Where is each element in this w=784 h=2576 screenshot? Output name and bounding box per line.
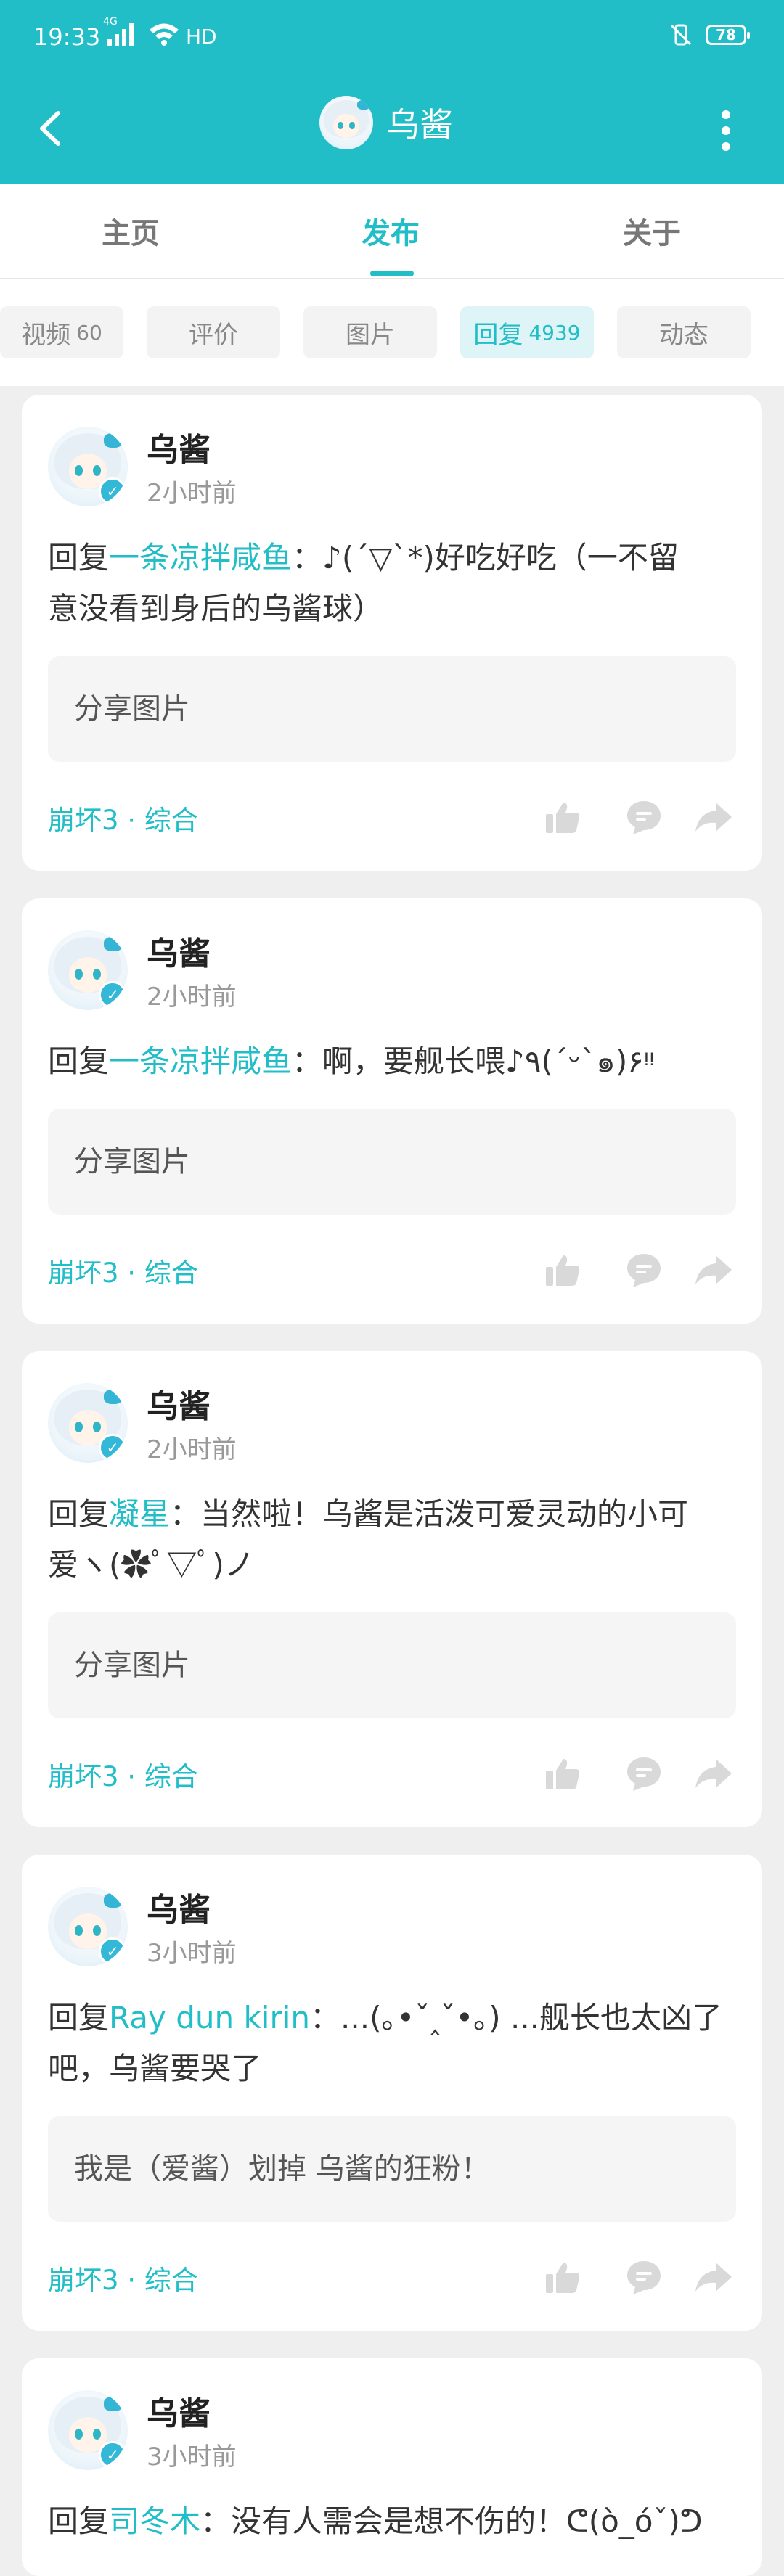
- share-icon[interactable]: [694, 1251, 733, 1290]
- filter-reviews[interactable]: 评价: [147, 306, 280, 358]
- vibrate-mute-icon: [670, 24, 692, 46]
- hd-indicator: HD: [186, 25, 217, 49]
- author-avatar[interactable]: ✓: [48, 2390, 128, 2470]
- filter-count: 4939: [528, 320, 581, 345]
- filter-activity[interactable]: 动态: [617, 306, 751, 358]
- reply-card[interactable]: ✓ 乌酱 2小时前 回复一条凉拌咸鱼：♪(´▽`*)好吃好吃（一不留 意没看到身…: [22, 395, 762, 871]
- forum-tag[interactable]: 崩坏3 · 综合: [48, 2258, 198, 2297]
- tab-posts[interactable]: 发布: [362, 210, 420, 252]
- tab-about[interactable]: 关于: [623, 210, 681, 252]
- comment-icon[interactable]: [624, 798, 663, 837]
- like-icon[interactable]: [543, 1251, 582, 1290]
- author-name[interactable]: 乌酱: [147, 927, 211, 974]
- author-name[interactable]: 乌酱: [147, 1380, 211, 1427]
- header-avatar: [319, 96, 373, 149]
- post-time: 3小时前: [147, 2442, 237, 2472]
- filter-label: 回复: [473, 320, 523, 350]
- back-arrow-icon[interactable]: [32, 103, 68, 154]
- signal-icon: [107, 22, 134, 46]
- profile-title: 乌酱: [319, 96, 453, 149]
- reply-body: ：当然啦！乌酱是活泼可爱灵动的小可: [170, 1496, 689, 1532]
- filter-videos[interactable]: 视频 60: [0, 306, 123, 358]
- comment-icon[interactable]: [624, 1755, 663, 1794]
- share-icon[interactable]: [694, 1755, 733, 1794]
- filter-replies[interactable]: 回复 4939: [460, 306, 594, 358]
- post-time: 2小时前: [147, 479, 237, 508]
- reply-prefix: 回复: [48, 2000, 110, 2035]
- reply-text: 回复一条凉拌咸鱼：♪(´▽`*)好吃好吃（一不留 意没看到身后的乌酱球）: [48, 533, 748, 634]
- reply-card[interactable]: ✓ 乌酱 3小时前 回复司冬木：没有人需会是想不伤的！ᕦ(ò_óˇ)ᕤ: [22, 2358, 762, 2576]
- top-navigation-bar: 乌酱: [0, 80, 784, 184]
- reply-prefix: 回复: [48, 1496, 110, 1532]
- verified-badge-icon: ✓: [99, 1434, 126, 1461]
- filter-bar: 视频 60 评价 图片 回复 4939 动态: [0, 279, 784, 386]
- reply-body-continued: 爱ヽ(✿ﾟ▽ﾟ)ノ: [48, 1547, 255, 1583]
- quoted-content[interactable]: 分享图片: [48, 1612, 736, 1718]
- verified-badge-icon: ✓: [99, 981, 126, 1009]
- post-time: 2小时前: [147, 1435, 237, 1464]
- reply-body: ：没有人需会是想不伤的！ᕦ(ò_óˇ)ᕤ: [200, 2503, 703, 2539]
- page-title: 乌酱: [386, 105, 453, 144]
- filter-label: 动态: [659, 320, 709, 350]
- quoted-content[interactable]: 分享图片: [48, 1109, 736, 1215]
- reply-prefix: 回复: [48, 1043, 110, 1079]
- reply-body: ：啊，要舰长喂♪٩(´ᵕ`๑)۶ᵎᵎ: [292, 1043, 655, 1079]
- author-avatar[interactable]: ✓: [48, 930, 128, 1010]
- author-avatar[interactable]: ✓: [48, 427, 128, 506]
- reply-prefix: 回复: [48, 540, 110, 575]
- active-tab-indicator: [370, 271, 414, 276]
- filter-count: 60: [76, 320, 102, 345]
- like-icon[interactable]: [543, 2258, 582, 2297]
- reply-prefix: 回复: [48, 2503, 110, 2539]
- wifi-icon: [150, 23, 179, 46]
- quoted-content[interactable]: 我是（爱酱）划掉 乌酱的狂粉！: [48, 2116, 736, 2222]
- mention-link[interactable]: Ray dun kirin: [109, 2000, 310, 2035]
- mention-link[interactable]: 一条凉拌咸鱼: [109, 1043, 292, 1079]
- reply-text: 回复司冬木：没有人需会是想不伤的！ᕦ(ò_óˇ)ᕤ: [48, 2496, 748, 2547]
- more-options-icon[interactable]: [711, 103, 740, 158]
- reply-text: 回复凝星：当然啦！乌酱是活泼可爱灵动的小可 爱ヽ(✿ﾟ▽ﾟ)ノ: [48, 1489, 748, 1591]
- status-time: 19:33: [33, 23, 101, 51]
- reply-body-continued: 意没看到身后的乌酱球）: [48, 591, 384, 626]
- like-icon[interactable]: [543, 1755, 582, 1794]
- filter-label: 评价: [189, 320, 238, 350]
- comment-icon[interactable]: [624, 2258, 663, 2297]
- mention-link[interactable]: 一条凉拌咸鱼: [109, 540, 292, 575]
- tab-home[interactable]: 主页: [102, 210, 160, 252]
- share-icon[interactable]: [694, 798, 733, 837]
- comment-icon[interactable]: [624, 1251, 663, 1290]
- quoted-content[interactable]: 分享图片: [48, 656, 736, 762]
- post-time: 3小时前: [147, 1939, 237, 1968]
- author-name[interactable]: 乌酱: [147, 1884, 211, 1930]
- reply-text: 回复一条凉拌咸鱼：啊，要舰长喂♪٩(´ᵕ`๑)۶ᵎᵎ: [48, 1036, 748, 1087]
- author-name[interactable]: 乌酱: [147, 424, 211, 470]
- author-avatar[interactable]: ✓: [48, 1887, 128, 1966]
- verified-badge-icon: ✓: [99, 2441, 126, 2469]
- filter-images[interactable]: 图片: [303, 306, 437, 358]
- verified-badge-icon: ✓: [99, 1937, 126, 1965]
- filter-label: 视频: [21, 320, 71, 350]
- profile-tabs: 主页 发布 关于: [0, 184, 784, 279]
- battery-indicator: 78: [706, 25, 750, 45]
- reply-card[interactable]: ✓ 乌酱 2小时前 回复一条凉拌咸鱼：啊，要舰长喂♪٩(´ᵕ`๑)۶ᵎᵎ 分享图…: [22, 898, 762, 1324]
- reply-card[interactable]: ✓ 乌酱 2小时前 回复凝星：当然啦！乌酱是活泼可爱灵动的小可 爱ヽ(✿ﾟ▽ﾟ)…: [22, 1351, 762, 1827]
- reply-body: ：...(｡•ˇ‸ˇ•｡) ...舰长也太凶了: [310, 2000, 723, 2035]
- reply-body: ：♪(´▽`*)好吃好吃（一不留: [292, 540, 679, 575]
- post-time: 2小时前: [147, 983, 237, 1012]
- status-bar: 19:33 4G HD 78: [0, 0, 784, 80]
- author-avatar[interactable]: ✓: [48, 1383, 128, 1463]
- reply-body-continued: 吧，乌酱要哭了: [48, 2051, 262, 2086]
- mention-link[interactable]: 凝星: [109, 1496, 170, 1532]
- mention-link[interactable]: 司冬木: [109, 2503, 200, 2539]
- forum-tag[interactable]: 崩坏3 · 综合: [48, 1251, 198, 1290]
- filter-label: 图片: [346, 320, 395, 350]
- author-name[interactable]: 乌酱: [147, 2387, 211, 2434]
- like-icon[interactable]: [543, 798, 582, 837]
- share-icon[interactable]: [694, 2258, 733, 2297]
- reply-text: 回复Ray dun kirin：...(｡•ˇ‸ˇ•｡) ...舰长也太凶了 吧…: [48, 1993, 748, 2094]
- reply-card[interactable]: ✓ 乌酱 3小时前 回复Ray dun kirin：...(｡•ˇ‸ˇ•｡) .…: [22, 1855, 762, 2331]
- verified-badge-icon: ✓: [99, 477, 126, 505]
- forum-tag[interactable]: 崩坏3 · 综合: [48, 798, 198, 837]
- forum-tag[interactable]: 崩坏3 · 综合: [48, 1755, 198, 1794]
